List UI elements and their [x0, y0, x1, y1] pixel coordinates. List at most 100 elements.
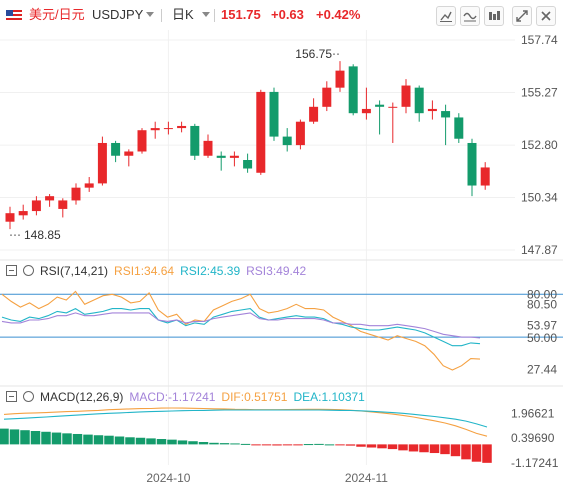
candle-body: [282, 136, 292, 146]
rsi-axis-label: 50.00: [527, 331, 557, 345]
macd-histogram-bar: [20, 430, 30, 445]
macd-header: MACD(12,26,9) MACD:-1.17241 DIF:0.51751 DEA…: [6, 389, 371, 405]
macd-histogram-bar: [83, 434, 93, 445]
candle-body: [414, 87, 424, 114]
candle-body: [322, 87, 332, 107]
macd-histogram-bar: [30, 430, 41, 445]
candle-body: [163, 128, 173, 130]
macd-histogram-bar: [167, 439, 177, 445]
collapse-icon[interactable]: [6, 265, 17, 276]
macd-histogram-bar: [93, 435, 104, 445]
macd-histogram-bar: [104, 435, 114, 445]
candle-body: [58, 200, 68, 209]
candle-body: [5, 213, 15, 222]
candle-body: [203, 140, 213, 156]
macd-histogram-bar: [240, 443, 251, 445]
candle-body: [31, 200, 41, 212]
candle-body: [335, 70, 345, 88]
price-chart[interactable]: 156.75 148.85 157.74 155.27 152.80 150.34 147…: [0, 0, 563, 487]
macd-histogram-bar: [377, 444, 387, 449]
macd-histogram-bar: [419, 444, 429, 453]
macd-histogram-bar: [429, 444, 440, 454]
macd-histogram-bar: [471, 444, 482, 462]
macd-histogram-bar: [62, 433, 72, 445]
macd-histogram-bar: [125, 437, 135, 445]
macd-dea-line: [3, 409, 488, 428]
macd-histogram-bar: [146, 438, 156, 445]
rsi-title: RSI(7,14,21): [40, 264, 109, 278]
candle-body: [137, 130, 147, 152]
candle-body: [45, 196, 55, 201]
macd-dif-line: [3, 407, 488, 437]
candle-body: [190, 125, 200, 156]
macd-histogram-bar: [251, 444, 261, 446]
macd-histogram-bar: [303, 444, 314, 446]
macd-histogram-bar: [41, 431, 51, 445]
low-price-label: 148.85: [24, 228, 61, 242]
candle-body: [216, 155, 226, 158]
candle-body: [295, 121, 305, 146]
macd-histogram-bar: [261, 444, 272, 446]
macd-histogram-bar: [272, 444, 282, 446]
x-axis-label: 2024-11: [345, 471, 388, 485]
candle-body: [229, 155, 239, 158]
macd-histogram-bar: [366, 444, 377, 448]
macd-histogram-bar: [314, 443, 324, 445]
candle-body: [150, 128, 160, 131]
macd-histogram-bar: [156, 439, 167, 445]
candle-body: [361, 108, 371, 114]
candle-body: [18, 211, 28, 216]
macd-value: MACD:-1.17241: [129, 390, 216, 404]
settings-gear-icon[interactable]: [23, 265, 34, 276]
macd-histogram-bar: [461, 444, 471, 460]
candle-body: [256, 91, 266, 173]
candle-body: [84, 183, 94, 188]
candle-body: [124, 151, 134, 156]
rsi1-value: RSI1:34.64: [114, 264, 175, 278]
macd-histogram-bar: [324, 444, 335, 446]
macd-histogram-bar: [0, 428, 9, 445]
high-price-label: 156.75: [295, 47, 332, 61]
price-axis-label: 152.80: [521, 138, 558, 152]
x-axis-label: 2024-10: [146, 471, 190, 485]
candle-body: [269, 91, 279, 137]
candle-body: [427, 108, 437, 112]
candle-body: [467, 142, 477, 186]
macd-histogram-bar: [408, 444, 419, 452]
macd-histogram-bar: [282, 444, 293, 446]
price-axis-label: 157.74: [521, 33, 558, 47]
macd-axis-label: -1.17241: [511, 456, 559, 470]
macd-histogram-bar: [188, 441, 198, 445]
macd-histogram-bar: [198, 442, 209, 445]
macd-title: MACD(12,26,9): [40, 390, 124, 404]
rsi-line-rsi3: [1, 312, 481, 339]
macd-histogram-bar: [345, 444, 356, 446]
macd-histogram-bar: [9, 429, 20, 445]
macd-histogram-bar: [177, 440, 188, 445]
candle-body: [348, 66, 358, 114]
rsi-line-rsi1: [1, 290, 481, 371]
macd-histogram-bar: [356, 444, 366, 447]
candle-body: [375, 104, 385, 107]
candle-body: [97, 142, 107, 184]
macd-axis-label: 1.96621: [511, 406, 555, 420]
macd-histogram-bar: [230, 443, 240, 445]
settings-gear-icon[interactable]: [23, 391, 34, 402]
collapse-icon[interactable]: [6, 391, 17, 402]
dif-value: DIF:0.51751: [221, 390, 288, 404]
candle-body: [111, 142, 121, 156]
macd-histogram-bar: [293, 444, 303, 446]
candle-body: [177, 125, 187, 129]
macd-histogram-bar: [335, 444, 345, 446]
price-axis-label: 150.34: [521, 190, 558, 204]
rsi-header: RSI(7,14,21) RSI1:34.64 RSI2:45.39 RSI3:49.…: [6, 263, 312, 279]
rsi-axis-label: 80.50: [527, 297, 557, 311]
macd-histogram-bar: [209, 442, 219, 445]
macd-histogram-bar: [51, 432, 62, 445]
macd-histogram-bar: [72, 433, 83, 445]
macd-histogram-bar: [482, 444, 492, 463]
dea-value: DEA:1.10371: [293, 390, 365, 404]
candle-body: [71, 187, 81, 201]
candle-body: [243, 160, 253, 169]
macd-histogram-bar: [135, 437, 146, 445]
